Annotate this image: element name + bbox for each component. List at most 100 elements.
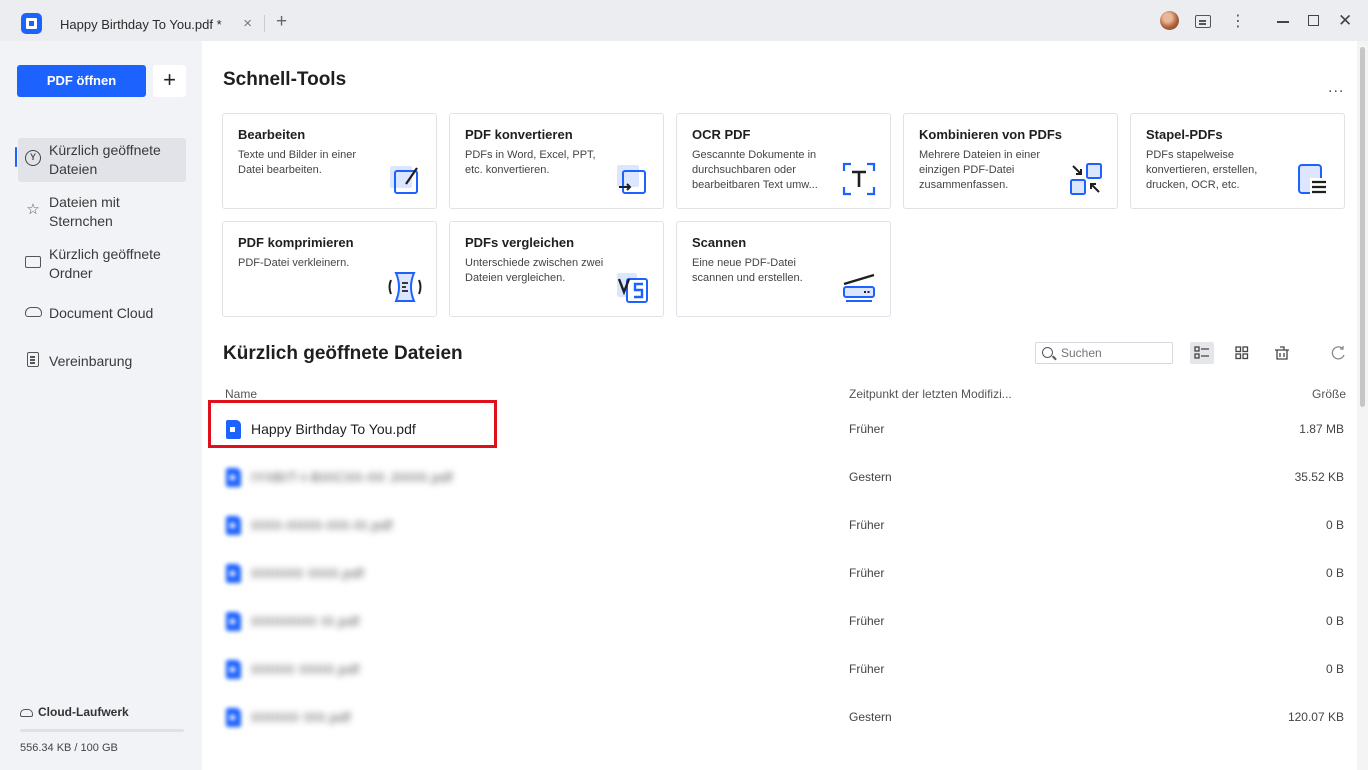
sidebar-item-label: Vereinbarung — [49, 353, 133, 369]
grid-view-button[interactable] — [1230, 342, 1254, 364]
search-input-wrapper[interactable] — [1035, 342, 1173, 364]
pdf-file-icon — [226, 612, 241, 631]
pdf-file-icon — [226, 708, 241, 727]
title-bar: Happy Birthday To You.pdf * × + ⋮ ✕ — [0, 0, 1368, 41]
scrollbar-thumb[interactable] — [1360, 47, 1365, 407]
file-modified: Gestern — [849, 710, 892, 724]
sidebar-item-starred[interactable]: ☆ Dateien mit Sternchen — [18, 190, 186, 234]
maximize-icon[interactable] — [1308, 15, 1319, 26]
edit-icon — [390, 166, 418, 194]
search-icon — [1042, 347, 1053, 358]
tool-card-convert[interactable]: PDF konvertieren PDFs in Word, Excel, PP… — [449, 113, 664, 209]
tool-card-title: Stapel-PDFs — [1146, 127, 1223, 142]
tool-card-description: Eine neue PDF-Datei scannen und erstelle… — [692, 257, 803, 284]
file-modified: Früher — [849, 614, 885, 628]
sidebar-item-agreement[interactable]: Vereinbarung — [18, 340, 186, 384]
vertical-scrollbar[interactable] — [1357, 41, 1368, 770]
file-name: IIIIIIIIIIII IIIIIII.pdf — [251, 565, 365, 581]
column-header-name[interactable]: Name — [225, 387, 257, 401]
combine-icon — [1070, 163, 1102, 195]
more-options-icon[interactable]: ⋮ — [1230, 11, 1246, 31]
minimize-icon[interactable] — [1277, 21, 1289, 23]
file-modified: Früher — [849, 518, 885, 532]
app-logo-icon[interactable] — [21, 13, 42, 34]
pdf-file-icon — [226, 564, 241, 583]
sidebar-item-recent-files[interactable]: Y Kürzlich geöffnete Dateien — [18, 138, 186, 182]
new-tab-icon[interactable]: + — [276, 11, 287, 33]
user-avatar[interactable] — [1160, 11, 1179, 30]
tool-card-compare[interactable]: PDFs vergleichen Unterschiede zwischen z… — [449, 221, 664, 317]
tool-card-title: PDF konvertieren — [465, 127, 573, 142]
tool-card-title: Bearbeiten — [238, 127, 306, 142]
active-indicator — [15, 147, 17, 167]
pdf-file-icon — [226, 468, 241, 487]
tool-card-description: Gescannte Dokumente in durchsuchbaren od… — [692, 149, 818, 191]
sidebar-item-label: Dateien mit Sternchen — [49, 194, 120, 229]
feedback-icon[interactable] — [1195, 15, 1211, 28]
file-row[interactable]: IIIIIIIIIII IIIII.pdf Gestern 120.07 KB — [222, 694, 1347, 742]
convert-icon — [617, 165, 646, 194]
scanner-icon — [843, 273, 875, 302]
file-size: 0 B — [1325, 518, 1344, 532]
tool-card-scan[interactable]: Scannen Eine neue PDF-Datei scannen und … — [676, 221, 891, 317]
file-row[interactable]: IIIIIIIIII IIIIIIII.pdf Früher 0 B — [222, 646, 1347, 694]
cloud-storage-usage: 556.34 KB / 100 GB — [20, 742, 118, 754]
sidebar-item-recent-folders[interactable]: Kürzlich geöffnete Ordner — [18, 242, 186, 286]
tool-card-title: PDF komprimieren — [238, 235, 354, 250]
tool-card-title: Kombinieren von PDFs — [919, 127, 1063, 142]
refresh-icon — [1331, 346, 1345, 360]
file-name: IIIIIII-IIIIIIII-IIIII-III.pdf — [251, 517, 393, 533]
quick-tools-more-icon[interactable]: ... — [1328, 79, 1344, 97]
tool-card-description: Unterschiede zwischen zwei Dateien vergl… — [465, 257, 604, 284]
file-name: IIIIIIIIIII IIIII.pdf — [251, 709, 351, 725]
highlight-box — [208, 400, 497, 448]
file-name: IIIIIIIIIIIIIII III.pdf — [251, 613, 360, 629]
close-window-icon[interactable]: ✕ — [1338, 11, 1352, 31]
tool-card-batch[interactable]: Stapel-PDFs PDFs stapelweise konvertiere… — [1130, 113, 1345, 209]
file-name: IYIIBIT-I-BIIICIIII-IIII JIIIIIII.pdf — [251, 469, 454, 485]
open-pdf-button[interactable]: PDF öffnen — [17, 65, 146, 97]
compress-icon — [388, 272, 422, 302]
file-row[interactable]: IIIIIII-IIIIIIII-IIIII-III.pdf Früher 0 … — [222, 502, 1347, 550]
tool-card-combine[interactable]: Kombinieren von PDFs Mehrere Dateien in … — [903, 113, 1118, 209]
pdf-file-icon — [226, 516, 241, 535]
tool-card-edit[interactable]: Bearbeiten Texte und Bilder in einer Dat… — [222, 113, 437, 209]
tab-close-icon[interactable]: × — [243, 15, 252, 32]
sidebar: PDF öffnen + Y Kürzlich geöffnete Dateie… — [0, 41, 202, 770]
column-header-modified[interactable]: Zeitpunkt der letzten Modifizi... — [849, 387, 1012, 401]
document-tab[interactable]: Happy Birthday To You.pdf * × — [46, 7, 264, 41]
recent-icon: Y — [25, 150, 41, 166]
tool-card-description: Texte und Bilder in einer Datei bearbeit… — [238, 149, 357, 176]
column-header-size[interactable]: Größe — [1312, 387, 1346, 401]
tool-card-ocr[interactable]: OCR PDF Gescannte Dokumente in durchsuch… — [676, 113, 891, 209]
create-new-button[interactable]: + — [153, 65, 186, 97]
file-size: 1.87 MB — [1299, 422, 1344, 436]
tool-card-title: PDFs vergleichen — [465, 235, 575, 250]
file-row[interactable]: IYIIBIT-I-BIIICIIII-IIII JIIIIIII.pdf Ge… — [222, 454, 1347, 502]
file-size: 35.52 KB — [1294, 470, 1344, 484]
tool-card-description: PDFs in Word, Excel, PPT, etc. konvertie… — [465, 149, 596, 176]
search-input[interactable] — [1061, 345, 1169, 361]
file-row[interactable]: IIIIIIIIIIIIIII III.pdf Früher 0 B — [222, 598, 1347, 646]
document-icon — [27, 352, 39, 367]
tool-card-title: Scannen — [692, 235, 747, 250]
sidebar-item-label: Document Cloud — [49, 305, 154, 321]
grid-view-icon — [1235, 346, 1249, 360]
list-view-button[interactable] — [1190, 342, 1214, 364]
tab-separator — [264, 15, 265, 32]
file-size: 120.07 KB — [1287, 710, 1344, 724]
file-name: IIIIIIIIII IIIIIIII.pdf — [251, 661, 360, 677]
file-modified: Früher — [849, 422, 885, 436]
refresh-button[interactable] — [1326, 342, 1350, 364]
tool-card-description: Mehrere Dateien in einer einzigen PDF-Da… — [919, 149, 1041, 191]
sidebar-item-document-cloud[interactable]: Document Cloud — [18, 292, 186, 336]
file-row[interactable]: IIIIIIIIIIII IIIIIII.pdf Früher 0 B — [222, 550, 1347, 598]
star-icon: ☆ — [26, 201, 40, 218]
tool-card-compress[interactable]: PDF komprimieren PDF-Datei verkleinern. — [222, 221, 437, 317]
clear-history-icon — [1275, 346, 1289, 360]
clear-list-button[interactable] — [1270, 342, 1294, 364]
quick-tools-title: Schnell-Tools — [223, 69, 347, 90]
file-size: 0 B — [1325, 566, 1344, 580]
cloud-storage-bar — [20, 729, 184, 732]
cloud-drive-link[interactable]: Cloud-Laufwerk — [20, 705, 129, 719]
